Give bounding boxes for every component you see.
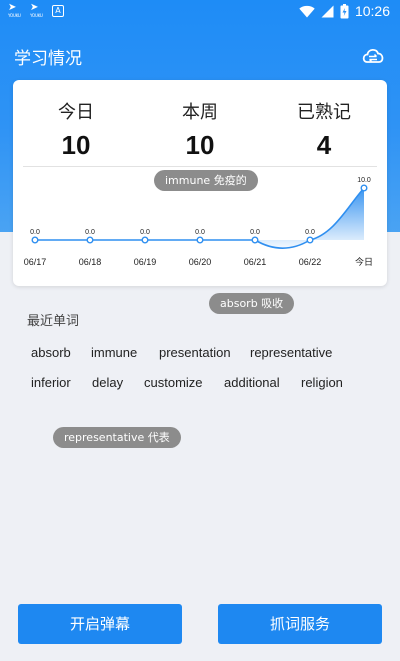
data-point	[141, 236, 149, 244]
stat-today: 今日 10	[21, 98, 131, 161]
data-point	[360, 184, 368, 192]
stat-value: 4	[316, 130, 332, 160]
word-chip[interactable]: absorb	[31, 345, 71, 360]
x-tick-label: 06/22	[299, 257, 322, 267]
data-label: 0.0	[305, 229, 315, 236]
word-chip[interactable]: additional	[224, 375, 280, 390]
word-toast[interactable]: immune 免疫的	[154, 170, 258, 191]
data-point	[86, 236, 94, 244]
data-point	[31, 236, 39, 244]
word-chip[interactable]: customize	[144, 375, 203, 390]
word-toast[interactable]: representative 代表	[53, 427, 181, 448]
word-chip[interactable]: religion	[301, 375, 343, 390]
x-tick-label: 06/19	[134, 257, 157, 267]
wifi-icon	[299, 5, 315, 18]
status-bar: ➤ YOUKU ➤ YOUKU A 10:26	[0, 0, 400, 24]
word-chip[interactable]: representative	[250, 345, 332, 360]
data-label: 0.0	[195, 229, 205, 236]
a-badge-icon: A	[52, 5, 64, 17]
x-tick-label: 06/17	[24, 257, 47, 267]
recent-words-title: 最近单词	[27, 314, 80, 329]
data-label: 10.0	[357, 177, 371, 184]
x-tick-label: 06/21	[244, 257, 267, 267]
signal-icon	[321, 5, 334, 17]
data-label: 0.0	[30, 229, 40, 236]
divider	[23, 166, 377, 167]
stat-memorized: 已熟记 4	[269, 98, 379, 161]
word-chip[interactable]: immune	[91, 345, 137, 360]
data-point	[251, 236, 259, 244]
data-label: 0.0	[85, 229, 95, 236]
stat-label: 今日	[58, 102, 94, 122]
data-label: 0.0	[140, 229, 150, 236]
word-toast[interactable]: absorb 吸收	[209, 293, 295, 314]
word-chip[interactable]: presentation	[159, 345, 231, 360]
word-capture-service-button[interactable]: 抓词服务	[218, 604, 382, 644]
data-point	[196, 236, 204, 244]
data-point	[306, 236, 314, 244]
x-tick-label: 今日	[355, 256, 373, 267]
clock-time: 10:26	[354, 3, 390, 19]
youku-app-icon: ➤ YOUKU	[8, 2, 21, 19]
data-label: 0.0	[250, 229, 260, 236]
stat-value: 10	[61, 130, 91, 160]
cloud-sync-icon[interactable]	[361, 44, 385, 66]
word-chip[interactable]: inferior	[31, 375, 71, 390]
enable-danmaku-button[interactable]: 开启弹幕	[18, 604, 182, 644]
stat-value: 10	[185, 130, 215, 160]
battery-icon	[340, 3, 349, 18]
x-tick-label: 06/20	[189, 257, 212, 267]
youku-app-icon-2: ➤ YOUKU	[30, 2, 43, 19]
page-title: 学习情况	[14, 49, 82, 68]
stat-label: 本周	[182, 102, 218, 122]
stat-label: 已熟记	[297, 102, 351, 122]
stat-week: 本周 10	[145, 98, 255, 161]
x-tick-label: 06/18	[79, 257, 102, 267]
word-chip[interactable]: delay	[92, 375, 123, 390]
